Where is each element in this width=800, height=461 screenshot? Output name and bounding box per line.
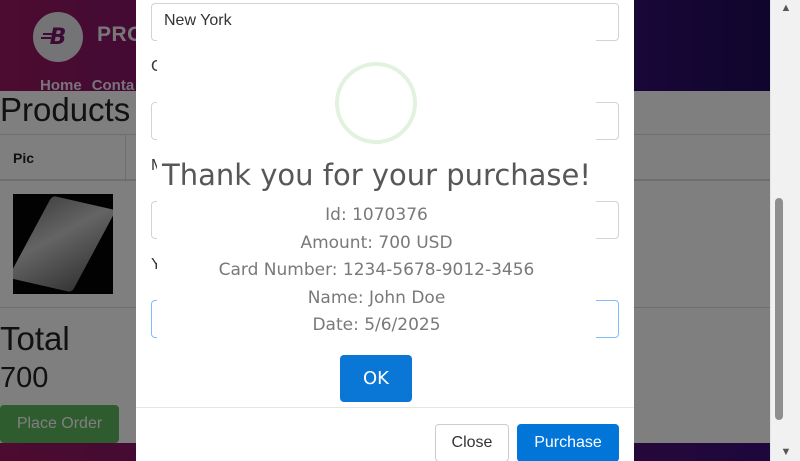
scroll-up-icon[interactable]: ▲ — [771, 0, 800, 17]
order-date: Date: 5/6/2025 — [312, 315, 441, 335]
scroll-down-icon[interactable]: ▼ — [771, 444, 800, 461]
ok-button[interactable]: OK — [340, 355, 412, 402]
alert-title: Thank you for your purchase! — [161, 158, 592, 192]
scrollbar[interactable]: ▲ ▼ — [770, 0, 800, 461]
order-amount: Amount: 700 USD — [300, 232, 453, 253]
purchase-confirmation-alert: Thank you for your purchase! Id: 1070376… — [157, 40, 596, 407]
order-id: Id: 1070376 — [325, 205, 428, 225]
success-icon — [335, 62, 417, 144]
modal-footer: Close Purchase — [136, 407, 634, 461]
city-field[interactable]: New York — [151, 3, 619, 41]
customer-name: Name: John Doe — [307, 287, 446, 308]
close-button[interactable]: Close — [435, 424, 509, 461]
purchase-button[interactable]: Purchase — [517, 424, 619, 461]
scrollbar-thumb[interactable] — [775, 198, 783, 420]
card-number: Card Number: 1234-5678-9012-3456 — [218, 260, 535, 280]
alert-details: Id: 1070376 Amount: 700 USD Card Number:… — [157, 202, 596, 340]
